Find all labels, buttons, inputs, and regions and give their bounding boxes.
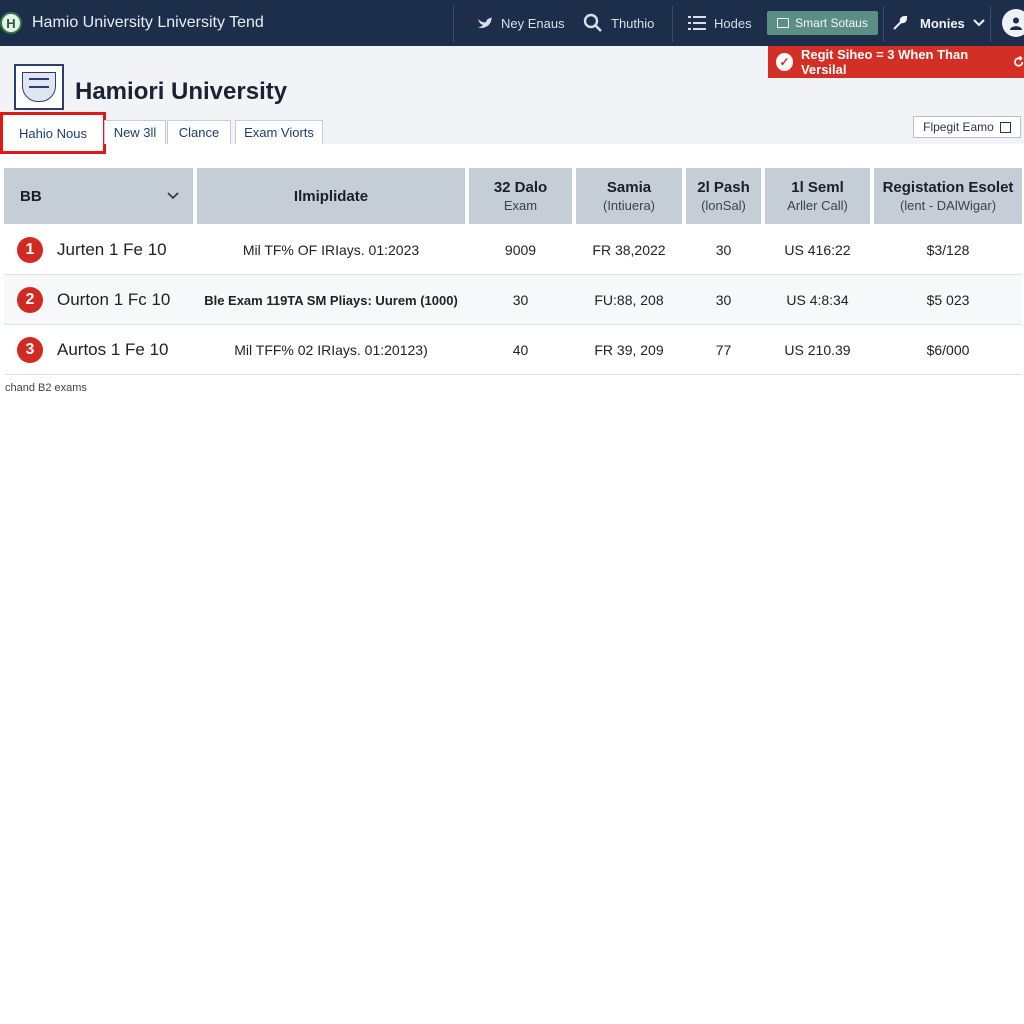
divider	[453, 6, 454, 42]
row-value: $5 023	[926, 292, 970, 308]
row-number-badge: 1	[17, 237, 43, 263]
row-value: $3/128	[926, 242, 970, 258]
top-bar: H Hamio University Lniversity Tend Ney E…	[0, 0, 1024, 46]
page-header: Hamiori University ✓ Regit Siheo = 3 Whe…	[0, 46, 1024, 154]
tab-label: New 3ll	[113, 125, 157, 140]
export-button[interactable]: Flpegit Eamo	[913, 116, 1021, 138]
row-exam: Mil TF% OF IRIays. 01:2023	[242, 242, 420, 258]
table-header: BB Ilmiplidate 32 Dalo Exam Samia (Intiu…	[4, 168, 1022, 224]
column-header-bb[interactable]: BB	[4, 168, 193, 224]
page-title: Hamiori University	[75, 78, 288, 105]
column-title: Ilmiplidate	[293, 187, 369, 205]
smart-status-button[interactable]: Smart Sotaus	[767, 11, 878, 35]
row-value: US 416:22	[784, 242, 851, 258]
column-title: Registation Esolet	[882, 179, 1014, 196]
column-header-pash[interactable]: 2l Pash (lonSal)	[686, 168, 761, 224]
tab-hahio-nous[interactable]: Hahio Nous	[0, 112, 106, 154]
column-subtitle: (lent - DAlWigar)	[899, 198, 997, 213]
user-icon	[1010, 17, 1022, 30]
export-icon	[999, 121, 1011, 133]
column-title: 32 Dalo	[493, 179, 548, 196]
row-number-badge: 3	[17, 337, 43, 363]
row-value: 30	[715, 292, 732, 308]
column-title: 2l Pash	[697, 179, 750, 196]
divider	[672, 6, 673, 42]
table-row[interactable]: 1 Jurten 1 Fe 10 Mil TF% OF IRIays. 01:2…	[4, 225, 1022, 275]
bird-icon	[478, 17, 492, 28]
row-exam: Ble Exam 119TA SM Pliays: Uurem (1000)	[204, 292, 458, 308]
column-subtitle: Arller Call)	[787, 198, 848, 213]
row-value: 30	[715, 242, 732, 258]
window-icon	[777, 18, 790, 28]
divider	[883, 6, 884, 42]
row-exam: Mil TFF% 02 IRIays. 01:20123)	[234, 342, 428, 358]
monies-menu[interactable]: Monies	[892, 0, 985, 46]
table-row[interactable]: 2 Ourton 1 Fc 10 Ble Exam 119TA SM Pliay…	[4, 275, 1022, 325]
nav-item-search[interactable]: Thuthio	[583, 0, 654, 46]
tab-label: Clance	[178, 125, 220, 140]
check-circle-icon: ✓	[776, 53, 793, 71]
row-name: Ourton 1 Fc 10	[57, 290, 171, 309]
column-header-date[interactable]: 32 Dalo Exam	[469, 168, 572, 224]
wrench-icon	[893, 15, 908, 30]
tab-new[interactable]: New 3ll	[104, 120, 166, 144]
row-name: Jurten 1 Fe 10	[57, 240, 167, 259]
column-title: 1l Seml	[791, 179, 844, 196]
column-header-seml[interactable]: 1l Seml Arller Call)	[765, 168, 870, 224]
brand[interactable]: H Hamio University Lniversity Tend	[0, 0, 264, 46]
column-header-samia[interactable]: Samia (Intiuera)	[576, 168, 682, 224]
alert-text: Regit Siheo = 3 When Than Versilal	[800, 47, 969, 77]
monies-label: Monies	[920, 15, 965, 31]
column-header-template[interactable]: Ilmiplidate	[197, 168, 465, 224]
row-value: US 4:8:34	[786, 292, 849, 308]
refresh-icon[interactable]	[1013, 56, 1024, 68]
row-value: FR 39, 209	[594, 342, 664, 358]
row-value: 40	[512, 342, 529, 358]
tab-label: Exam Viorts	[244, 125, 314, 140]
table-row[interactable]: 3 Aurtos 1 Fe 10 Mil TFF% 02 IRIays. 01:…	[4, 325, 1022, 375]
table-footnote: chand B2 exams	[5, 382, 87, 394]
row-name-cell: 1 Jurten 1 Fe 10	[4, 225, 197, 275]
nav-item-label: Ney Enaus	[501, 15, 565, 31]
university-logo-icon: H	[0, 12, 22, 34]
row-value: 77	[715, 342, 732, 358]
column-subtitle: (Intiuera)	[602, 198, 656, 213]
nav-item-label: Thuthio	[611, 15, 655, 31]
tab-clance[interactable]: Clance	[167, 120, 231, 144]
row-name-cell: 3 Aurtos 1 Fe 10	[4, 325, 197, 375]
column-title: Samia	[606, 179, 652, 196]
row-value: 30	[512, 292, 529, 308]
tab-label: Hahio Nous	[19, 125, 87, 141]
row-name: Aurtos 1 Fe 10	[57, 340, 169, 359]
column-header-registration[interactable]: Registation Esolet (lent - DAlWigar)	[874, 168, 1022, 224]
app-title: Hamio University Lniversity Tend	[32, 14, 264, 31]
row-value: US 210.39	[784, 342, 851, 358]
divider	[990, 6, 991, 42]
row-value: $6/000	[926, 342, 970, 358]
row-name-cell: 2 Ourton 1 Fc 10	[4, 275, 197, 325]
smart-status-label: Smart Sotaus	[795, 16, 868, 30]
user-avatar-button[interactable]	[1002, 9, 1024, 37]
row-number-badge: 2	[17, 287, 43, 313]
tab-exam-viorts[interactable]: Exam Viorts	[235, 120, 323, 144]
search-icon	[583, 13, 602, 32]
column-subtitle: Exam	[503, 198, 538, 213]
row-value: 9009	[504, 242, 537, 258]
alert-banner[interactable]: ✓ Regit Siheo = 3 When Than Versilal	[768, 46, 1024, 78]
row-value: FU:88, 208	[594, 292, 664, 308]
nav-item-label: Hodes	[714, 15, 752, 31]
chevron-down-icon	[167, 192, 179, 200]
university-crest-icon	[14, 64, 64, 110]
row-value: FR 38,2022	[592, 242, 666, 258]
nav-item-news[interactable]: Ney Enaus	[477, 0, 565, 46]
list-icon	[688, 16, 706, 30]
column-subtitle: (lonSal)	[701, 198, 746, 213]
nav-item-nodes[interactable]: Hodes	[688, 0, 752, 46]
chevron-down-icon	[973, 19, 985, 27]
column-title: BB	[20, 187, 42, 205]
export-label: Flpegit Eamo	[923, 120, 994, 134]
